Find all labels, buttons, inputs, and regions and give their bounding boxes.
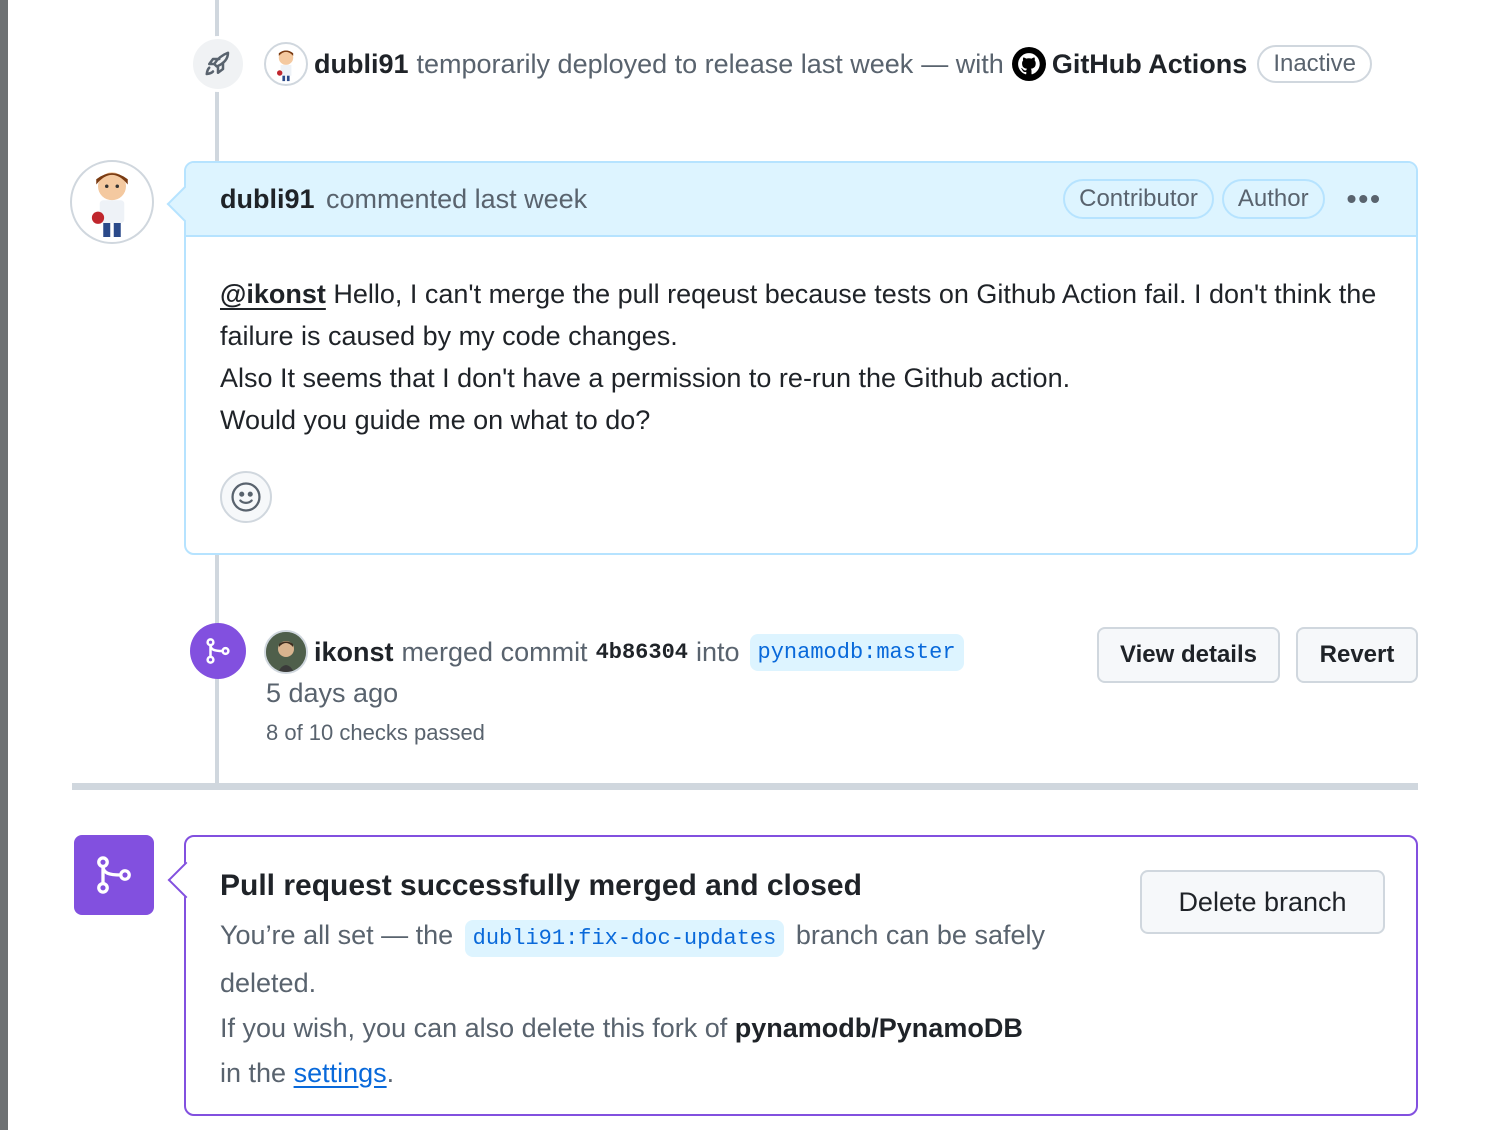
settings-suffix: . (386, 1058, 395, 1088)
merge-status-box: Pull request successfully merged and clo… (184, 835, 1418, 1116)
avatar[interactable] (264, 42, 308, 86)
timeline-divider (72, 783, 1418, 790)
fork-prefix: If you wish, you can also delete this fo… (220, 1013, 728, 1043)
view-details-button[interactable]: View details (1097, 627, 1280, 683)
deploy-event: dubli91 temporarily deployed to release … (190, 36, 1373, 92)
desc-prefix: You’re all set — the (220, 920, 454, 950)
comment-line-1: Hello, I can't merge the pull reqeust be… (220, 279, 1377, 351)
comment-author[interactable]: dubli91 (220, 184, 315, 214)
head-branch[interactable]: dubli91:fix-doc-updates (464, 920, 785, 957)
comment-card: dubli91 commented last week Contributor … (184, 161, 1418, 555)
author-badge: Author (1221, 179, 1325, 219)
deploy-actor-link[interactable]: GitHub Actions (1052, 49, 1248, 80)
merge-event: ikonst merged commit 4b86304 into pynamo… (314, 630, 964, 674)
contributor-badge: Contributor (1063, 179, 1214, 219)
comment-body: @ikonst Hello, I can't merge the pull re… (186, 237, 1416, 441)
deploy-action: temporarily deployed to release last wee… (416, 48, 914, 79)
merge-status-title: Pull request successfully merged and clo… (220, 869, 862, 902)
merge-status-description: You’re all set — the dubli91:fix-doc-upd… (220, 913, 1060, 1096)
comment-meta[interactable]: commented last week (326, 184, 587, 214)
merge-into: into (695, 636, 740, 667)
checks-status[interactable]: 8 of 10 checks passed (266, 720, 485, 746)
merge-user[interactable]: ikonst (314, 637, 394, 668)
merge-action: merged commit (401, 636, 588, 667)
deploy-user[interactable]: dubli91 (314, 49, 409, 80)
settings-link[interactable]: settings (294, 1058, 387, 1088)
comment-author-avatar[interactable] (70, 160, 154, 244)
merger-avatar[interactable] (264, 630, 308, 674)
merge-time[interactable]: 5 days ago (266, 678, 398, 709)
rocket-icon (190, 36, 246, 92)
smiley-icon (231, 482, 261, 512)
comment-line-2: Also It seems that I don't have a permis… (220, 363, 1071, 393)
window-edge (0, 0, 8, 1130)
revert-button[interactable]: Revert (1296, 627, 1418, 683)
add-reaction-button[interactable] (220, 471, 272, 523)
settings-prefix: in the (220, 1058, 287, 1088)
commit-sha-link[interactable]: 4b86304 (596, 640, 688, 665)
merge-icon (190, 623, 246, 679)
fork-repo: pynamodb/PynamoDB (734, 1013, 1023, 1043)
comment-line-3: Would you guide me on what to do? (220, 405, 651, 435)
github-logo-icon (1011, 47, 1046, 81)
delete-branch-button[interactable]: Delete branch (1140, 870, 1385, 934)
target-branch[interactable]: pynamodb:master (749, 633, 964, 671)
merged-icon (74, 835, 154, 915)
comment-header: dubli91 commented last week Contributor … (186, 163, 1416, 237)
mention-link[interactable]: @ikonst (220, 279, 326, 309)
deploy-separator: — with (921, 48, 1004, 79)
more-options-icon[interactable]: ••• (1347, 183, 1382, 215)
status-badge: Inactive (1257, 45, 1373, 83)
